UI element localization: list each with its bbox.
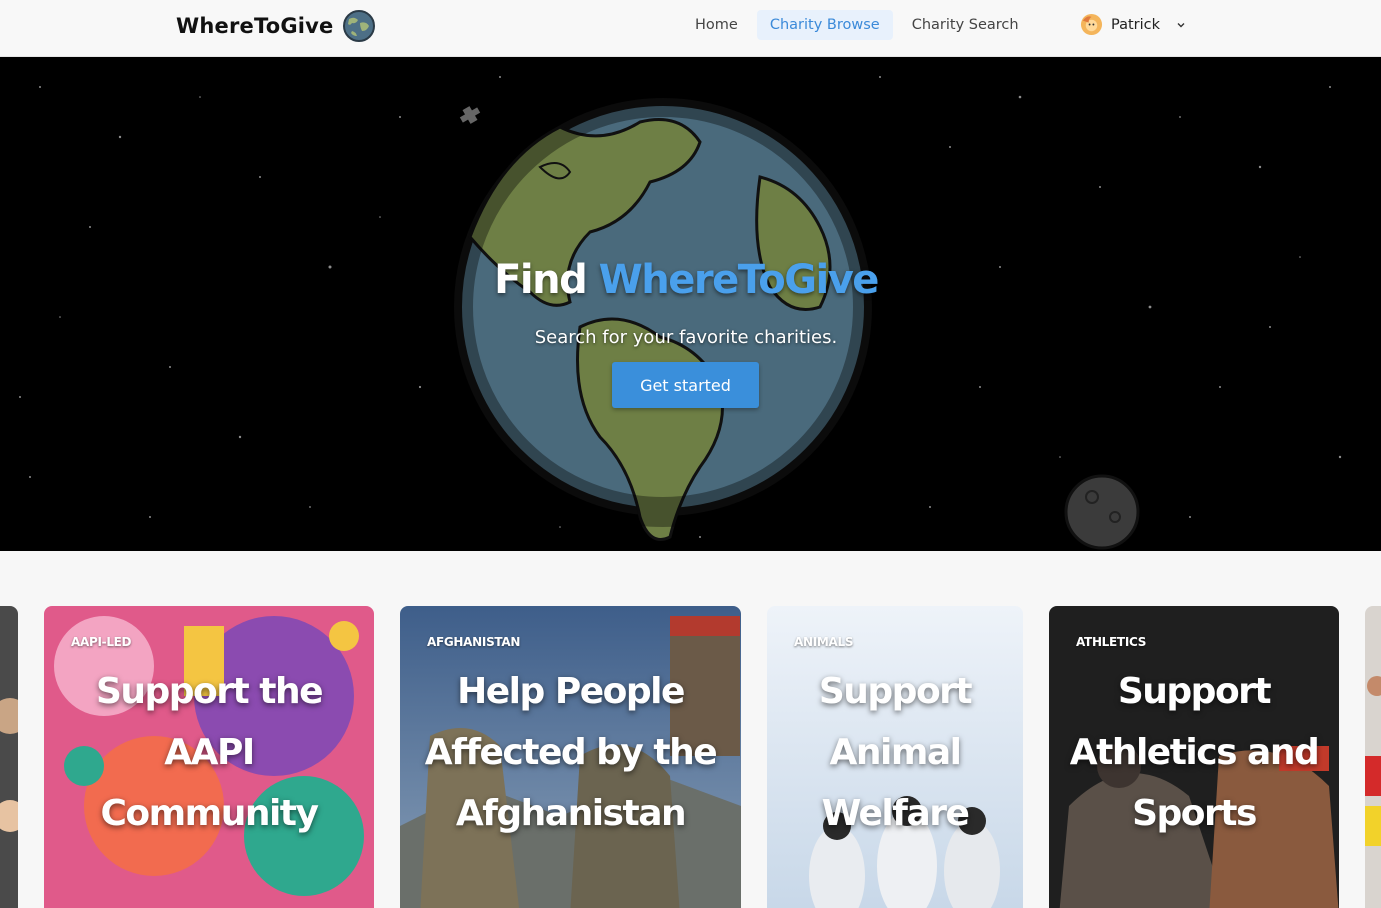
user-avatar-icon (1080, 13, 1103, 36)
card-category: AFGHANISTAN (427, 635, 521, 649)
card-image (1365, 606, 1381, 908)
card-afghanistan[interactable]: AFGHANISTAN Help People Affected by the … (400, 606, 741, 908)
hero-subtitle: Search for your favorite charities. (534, 327, 838, 348)
nav-charity-search[interactable]: Charity Search (899, 10, 1032, 40)
user-name: Patrick (1111, 16, 1161, 33)
partial-card-right[interactable] (1365, 606, 1381, 908)
card-title: Support Athletics and Sports (1069, 671, 1320, 834)
hero-title: Find WhereToGive (0, 257, 1372, 303)
get-started-button[interactable]: Get started (612, 362, 759, 408)
chevron-down-icon (1177, 22, 1185, 27)
category-carousel: AAPI-LED Support the AAPI Community AFGH… (0, 551, 1381, 908)
nav-home[interactable]: Home (682, 10, 751, 40)
top-navbar: WhereToGive Home Charity Browse Charity … (0, 0, 1381, 57)
card-image (0, 606, 18, 908)
partial-card-left[interactable] (0, 606, 18, 908)
user-menu[interactable]: Patrick (1080, 13, 1186, 36)
hero-title-prefix: Find (494, 257, 588, 303)
earth-illustration (19, 76, 1342, 550)
card-title: Support Animal Welfare (818, 671, 973, 834)
card-athletics[interactable]: ATHLETICS Support Athletics and Sports (1049, 606, 1339, 908)
nav-charity-browse[interactable]: Charity Browse (756, 10, 893, 40)
card-category: AAPI-LED (71, 635, 132, 649)
card-aapi[interactable]: AAPI-LED Support the AAPI Community (44, 606, 374, 908)
hero-title-accent: WhereToGive (598, 257, 880, 303)
hero-section: Find WhereToGive Search for your favorit… (0, 57, 1381, 551)
card-title: Support the AAPI Community (95, 671, 324, 834)
brand-link[interactable]: WhereToGive (176, 9, 376, 43)
brand-name: WhereToGive (176, 14, 334, 38)
card-title: Help People Affected by the Afghanistan (424, 671, 718, 834)
card-category: ANIMALS (794, 635, 854, 649)
card-category: ATHLETICS (1076, 635, 1147, 649)
card-animals[interactable]: ANIMALS Support Animal Welfare (767, 606, 1023, 908)
nav-links: Home Charity Browse Charity Search (682, 10, 1032, 40)
globe-icon (342, 10, 375, 42)
